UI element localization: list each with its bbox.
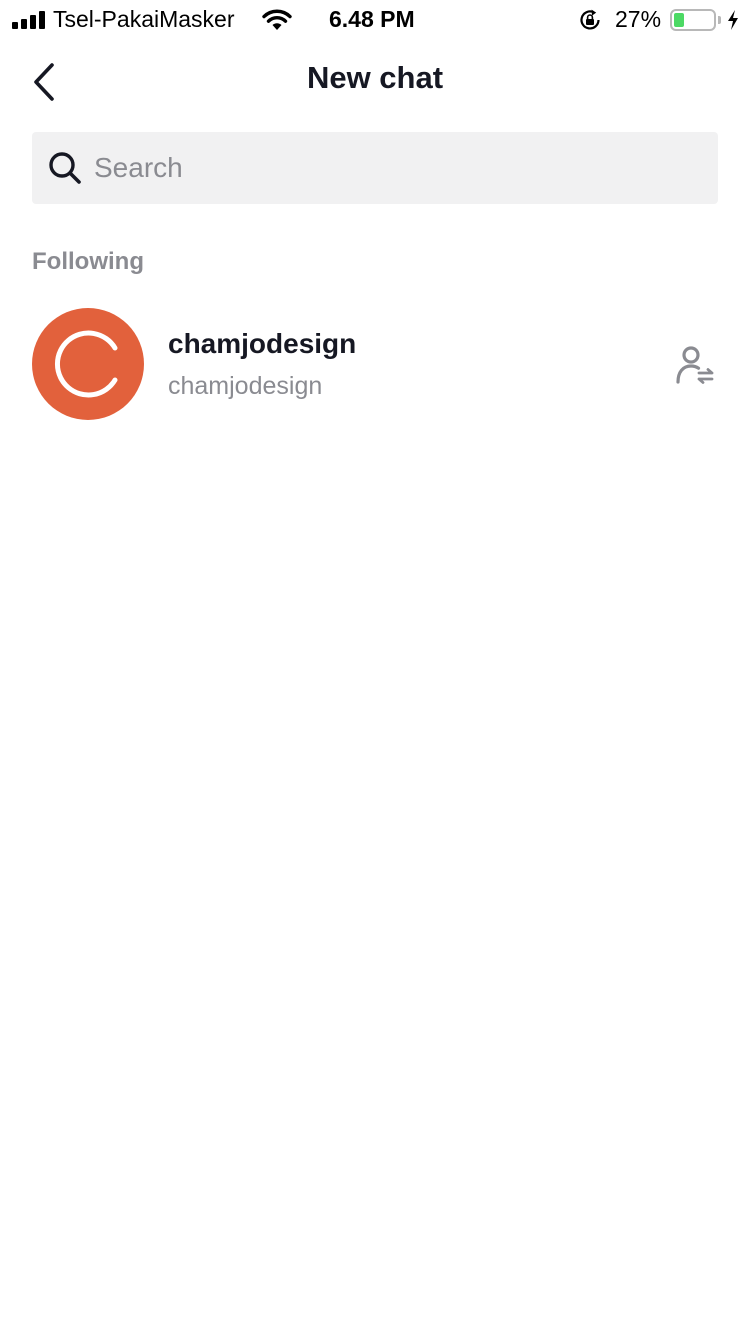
new-chat-screen: Tsel-PakaiMasker 6.48 PM 27% New chat Se… bbox=[0, 0, 750, 1334]
search-input[interactable] bbox=[92, 137, 702, 199]
carrier-name: Tsel-PakaiMasker bbox=[53, 6, 235, 32]
battery-percent: 27% bbox=[615, 6, 662, 32]
rotation-lock-icon bbox=[580, 9, 600, 30]
battery-fill bbox=[674, 13, 684, 27]
wifi-icon bbox=[262, 9, 292, 30]
charging-bolt-icon bbox=[728, 10, 738, 30]
nav-bar: New chat bbox=[0, 40, 750, 122]
battery-tip bbox=[718, 16, 721, 24]
user-switch-icon[interactable] bbox=[672, 344, 716, 388]
search-bar[interactable] bbox=[32, 132, 718, 204]
avatar bbox=[32, 308, 144, 420]
page-title: New chat bbox=[306, 60, 444, 95]
avatar-logo bbox=[55, 330, 118, 398]
user-display-name: chamjodesign bbox=[168, 328, 357, 359]
signal-icon bbox=[12, 11, 46, 29]
status-bar: Tsel-PakaiMasker 6.48 PM 27% bbox=[0, 0, 750, 40]
battery-icon bbox=[670, 9, 716, 31]
status-time: 6.48 PM bbox=[329, 6, 415, 32]
user-list-item[interactable]: chamjodesign chamjodesign bbox=[0, 300, 750, 428]
user-handle: chamjodesign bbox=[168, 372, 323, 400]
section-header-following: Following bbox=[32, 248, 144, 275]
search-icon bbox=[49, 152, 81, 184]
